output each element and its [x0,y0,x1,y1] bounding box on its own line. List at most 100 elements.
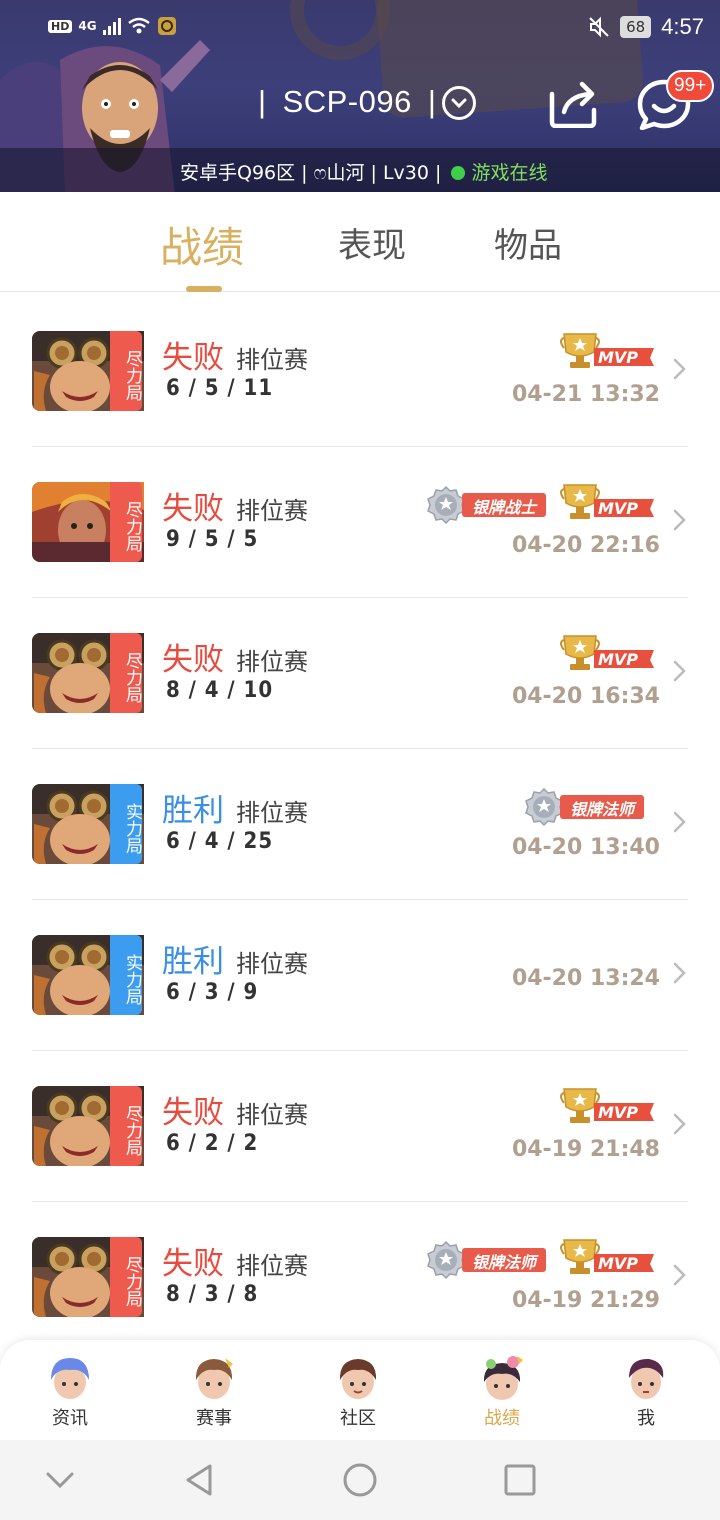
medal-label: 银牌战士 [462,493,547,517]
kda-score: 8 / 4 / 10 [166,678,274,703]
mvp-trophy-badge: MVP [560,333,654,368]
match-record-row[interactable]: 尽力局 失败 排位赛 8 / 4 / 10 MVP 04-20 16:34 [32,598,688,749]
kda-score: 6 / 5 / 11 [166,376,274,401]
kda-score: 6 / 3 / 9 [166,980,259,1005]
match-result: 失败 [162,642,224,678]
player-name-text: SCP-096 [282,84,412,119]
match-record-row[interactable]: 实力局 胜利 排位赛 6 / 4 / 25 银牌法师 04-20 13:40 [32,749,688,900]
match-mode: 排位赛 [236,1252,308,1280]
mvp-trophy-badge: MVP [560,484,654,519]
match-record-row[interactable]: 尽力局 失败 排位赛 8 / 3 / 8 银牌法师 MVP 04-19 21:29 [32,1202,688,1340]
collapse-chevron-icon[interactable] [40,1460,80,1500]
mvp-trophy-badge: MVP [560,1088,654,1123]
nav-item-events[interactable]: 赛事 [164,1354,264,1430]
active-tab-indicator [186,286,222,292]
mvp-label: MVP [598,348,638,367]
match-result: 胜利 [162,793,224,829]
nav-label: 战绩 [484,1408,520,1429]
chevron-right-icon [673,358,686,380]
chevron-right-icon [673,660,686,682]
recent-apps-icon[interactable] [500,1460,540,1500]
kda-score: 9 / 5 / 5 [166,527,259,552]
records-avatar-icon [483,1356,523,1400]
status-bar: HD 4G 68 4:57 [0,0,720,56]
signal-icon [102,17,121,35]
bottom-navigation: 资讯 赛事 社区 战绩 我 [0,1340,720,1440]
match-type-tag: 尽力局 [110,1237,142,1317]
nav-item-profile[interactable]: 我 [596,1354,696,1430]
mute-icon [589,16,609,38]
match-mode: 排位赛 [236,799,308,827]
clock: 4:57 [661,14,704,39]
match-record-row[interactable]: 尽力局 失败 排位赛 6 / 5 / 11 MVP 04-21 13:32 [32,296,688,447]
message-count-badge: 99+ [666,70,715,102]
section-tabs: 战绩 表现 物品 [0,192,720,292]
nav-label: 资讯 [52,1408,88,1429]
chevron-right-icon [673,1113,686,1135]
match-time: 04-20 16:34 [511,684,660,709]
match-result: 胜利 [162,944,224,980]
match-mode: 排位赛 [236,1101,308,1129]
tab-records[interactable]: 战绩 [160,214,244,275]
match-time: 04-19 21:29 [511,1288,660,1313]
match-type-tag: 尽力局 [110,1086,142,1166]
community-avatar-icon [339,1359,377,1399]
nav-item-records[interactable]: 战绩 [452,1354,552,1430]
player-info-strip: 安卓手Q96区 | ෆ山河 | Lv30 | 游戏在线 [0,148,720,192]
name-separator-right: | [427,84,437,119]
match-record-row[interactable]: 尽力局 失败 排位赛 9 / 5 / 5 银牌战士 MVP 04-20 22:16 [32,447,688,598]
mvp-label: MVP [598,1254,638,1273]
mvp-label: MVP [598,650,638,669]
match-type-tag: 实力局 [110,935,142,1015]
kda-score: 6 / 2 / 2 [166,1131,259,1156]
match-type-tag: 实力局 [110,784,142,864]
hd-indicator: HD [48,19,73,33]
match-record-list: 尽力局 失败 排位赛 6 / 5 / 11 MVP 04-21 13:32 尽力局 失败 排位赛… [0,296,720,1340]
match-time: 04-20 13:24 [511,966,660,991]
match-result: 失败 [162,1246,224,1282]
match-time: 04-20 13:40 [511,835,660,860]
mvp-trophy-badge: MVP [560,1239,654,1274]
kda-score: 8 / 3 / 8 [166,1282,259,1307]
tab-items[interactable]: 物品 [494,218,562,267]
kda-score: 6 / 4 / 25 [166,829,274,854]
game-app-icon [157,17,176,35]
nav-label: 社区 [340,1408,376,1429]
mvp-label: MVP [598,1103,638,1122]
network-type: 4G [78,19,97,33]
nav-item-news[interactable]: 资讯 [20,1354,120,1430]
news-avatar-icon [51,1358,89,1399]
match-result: 失败 [162,491,224,527]
match-time: 04-20 22:16 [511,533,660,558]
match-record-row[interactable]: 实力局 胜利 排位赛 6 / 3 / 9 04-20 13:24 [32,900,688,1051]
silver-medal-badge: 银牌战士 [424,485,564,525]
online-status-dot [451,166,466,180]
silver-medal-badge: 银牌法师 [424,1240,564,1280]
match-record-row[interactable]: 尽力局 失败 排位赛 6 / 2 / 2 MVP 04-19 21:48 [32,1051,688,1202]
medal-label: 银牌法师 [462,1248,547,1272]
account-switch-button[interactable] [442,86,476,120]
chevron-right-icon [673,962,686,984]
profile-banner: HD 4G 68 4:57 | SCP-096 | 99+ 安卓手Q96区 | … [0,0,720,192]
silver-medal-badge: 银牌法师 [522,787,652,827]
chevron-right-icon [673,811,686,833]
nav-label: 赛事 [196,1408,232,1429]
match-time: 04-21 13:32 [511,382,660,407]
match-time: 04-19 21:48 [511,1137,660,1162]
chevron-down-icon [451,98,467,109]
match-mode: 排位赛 [236,950,308,978]
mvp-label: MVP [598,499,638,518]
match-mode: 排位赛 [236,346,308,374]
home-icon[interactable] [340,1460,380,1500]
share-button[interactable] [546,78,600,128]
medal-label: 银牌法师 [560,795,645,819]
events-avatar-icon [195,1358,233,1399]
system-navigation-bar [0,1440,720,1520]
player-info: 安卓手Q96区 | ෆ山河 | Lv30 | 游戏在线 [180,158,547,185]
match-mode: 排位赛 [236,497,308,525]
online-status-text: 游戏在线 [471,162,548,184]
back-icon[interactable] [180,1460,220,1500]
tab-performance[interactable]: 表现 [338,218,406,267]
wifi-icon [127,17,150,34]
nav-item-community[interactable]: 社区 [308,1354,408,1430]
